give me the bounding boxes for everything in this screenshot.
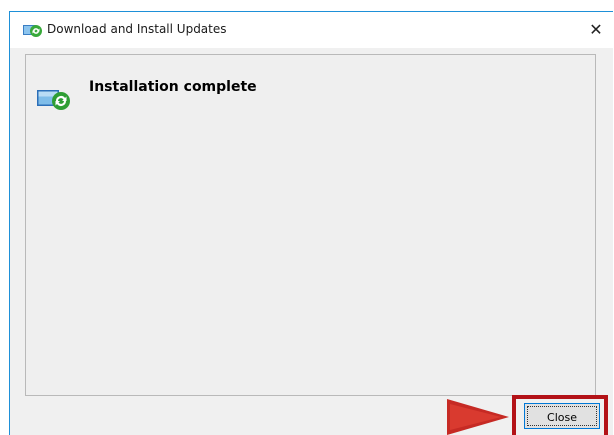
pointer-arrow-icon — [447, 399, 509, 435]
update-dialog-window: Download and Install Updates ✕ Installat… — [9, 11, 613, 435]
update-shield-icon — [23, 25, 42, 37]
window-title: Download and Install Updates — [47, 22, 227, 36]
title-bar: Download and Install Updates ✕ — [10, 12, 613, 48]
update-complete-icon — [37, 90, 70, 110]
close-button[interactable]: Close — [524, 403, 600, 429]
installation-status-text: Installation complete — [89, 79, 257, 95]
content-panel: Installation complete — [25, 54, 596, 396]
close-window-icon[interactable]: ✕ — [586, 20, 606, 40]
close-button-label: Close — [547, 410, 577, 424]
